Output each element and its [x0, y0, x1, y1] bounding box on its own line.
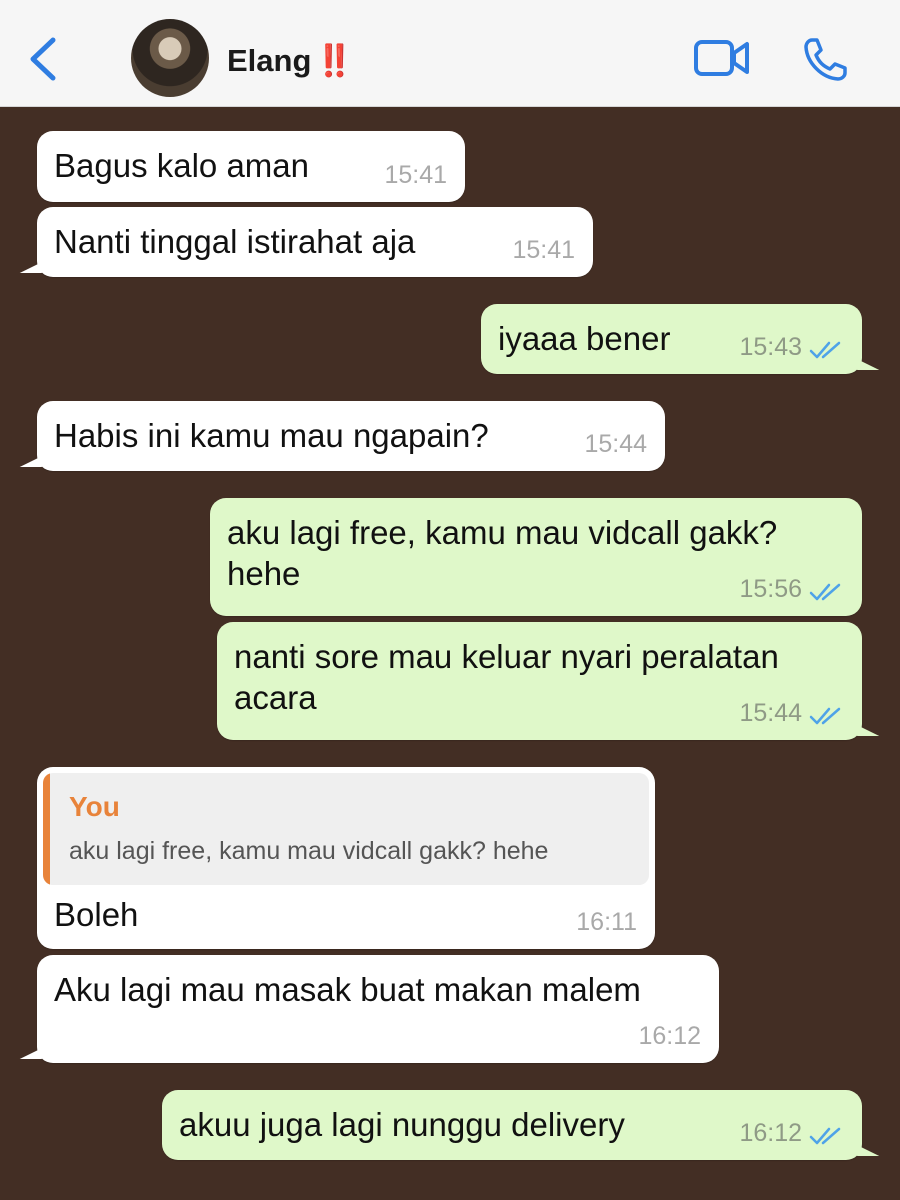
message-time: 15:41: [384, 161, 447, 189]
quote-author: You: [69, 791, 120, 822]
back-button[interactable]: [26, 36, 60, 87]
message-bubble-outgoing[interactable]: nanti sore mau keluar nyari peralatan ac…: [217, 622, 862, 740]
message-text-line: nanti sore mau keluar nyari peralatan: [234, 638, 779, 675]
message-text: Boleh: [54, 896, 139, 933]
quote-text: aku lagi free, kamu mau vidcall gakk? he…: [69, 837, 549, 865]
message-time: 15:56: [739, 575, 802, 603]
contact-avatar[interactable]: [131, 19, 209, 97]
message-time: 15:44: [584, 430, 647, 458]
message-bubble-incoming-reply[interactable]: You aku lagi free, kamu mau vidcall gakk…: [37, 767, 655, 949]
contact-name[interactable]: Elang ‼️: [227, 42, 354, 79]
message-text: Aku lagi mau masak buat makan malem: [54, 971, 641, 1008]
message-text: Habis ini kamu mau ngapain?: [54, 417, 489, 454]
message-bubble-incoming[interactable]: Habis ini kamu mau ngapain? 15:44: [37, 401, 665, 471]
double-exclamation-emoji: ‼️: [315, 43, 355, 78]
video-call-button[interactable]: [693, 38, 751, 83]
quoted-message[interactable]: You aku lagi free, kamu mau vidcall gakk…: [43, 773, 649, 885]
message-time: 16:12: [739, 1119, 802, 1147]
quote-accent-bar: [43, 773, 50, 885]
message-time: 15:43: [739, 333, 802, 361]
video-camera-icon: [694, 40, 749, 76]
message-text-line: acara: [234, 679, 317, 716]
message-bubble-outgoing[interactable]: iyaaa bener 15:43: [481, 304, 862, 374]
message-time: 16:12: [638, 1022, 701, 1050]
message-text: akuu juga lagi nunggu delivery: [179, 1106, 625, 1143]
read-ticks-icon: [809, 583, 841, 601]
message-time: 15:41: [512, 236, 575, 264]
message-text-line: aku lagi free, kamu mau vidcall gakk?: [227, 514, 778, 551]
message-text: nanti sore mau keluar nyari peralatan ac…: [234, 636, 779, 718]
chat-header: Elang ‼️: [0, 0, 900, 107]
message-text: Bagus kalo aman: [54, 147, 309, 184]
message-text: Nanti tinggal istirahat aja: [54, 223, 416, 260]
message-text: aku lagi free, kamu mau vidcall gakk? he…: [227, 512, 777, 594]
message-bubble-incoming[interactable]: Nanti tinggal istirahat aja 15:41: [37, 207, 593, 277]
contact-name-text: Elang: [227, 43, 312, 78]
read-ticks-icon: [809, 707, 841, 725]
message-time: 16:11: [576, 908, 637, 936]
chevron-left-icon: [30, 37, 56, 81]
message-bubble-outgoing[interactable]: akuu juga lagi nunggu delivery 16:12: [162, 1090, 862, 1160]
message-bubble-outgoing[interactable]: aku lagi free, kamu mau vidcall gakk? he…: [210, 498, 862, 616]
read-ticks-icon: [809, 341, 841, 359]
message-bubble-incoming[interactable]: Aku lagi mau masak buat makan malem 16:1…: [37, 955, 719, 1063]
voice-call-button[interactable]: [803, 36, 849, 87]
message-text: iyaaa bener: [498, 320, 671, 357]
message-time: 15:44: [739, 699, 802, 727]
message-text-line: hehe: [227, 555, 301, 592]
read-ticks-icon: [809, 1127, 841, 1145]
phone-icon: [804, 38, 847, 81]
message-bubble-incoming[interactable]: Bagus kalo aman 15:41: [37, 131, 465, 202]
